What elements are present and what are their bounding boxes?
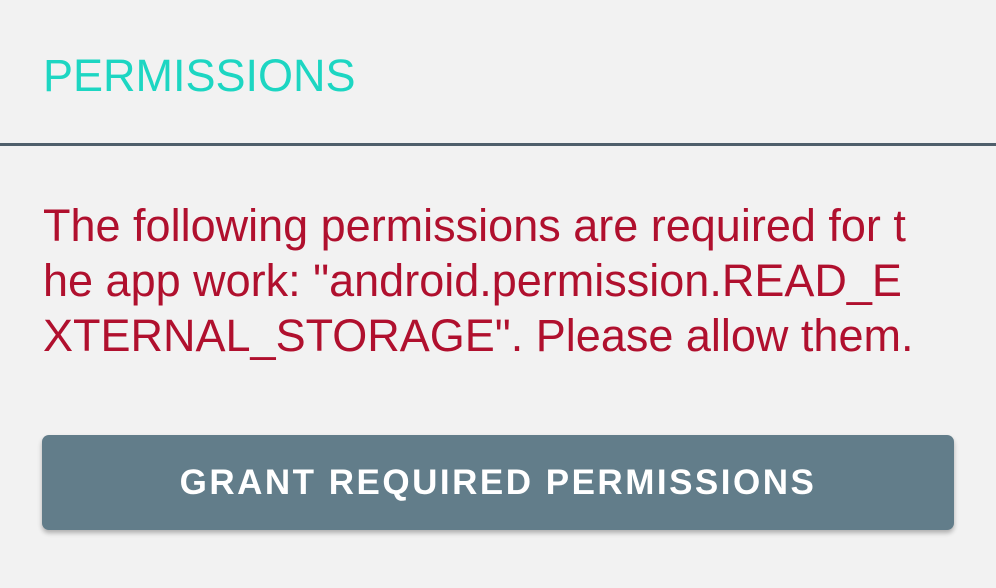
permission-required-message: The following permissions are required f…	[43, 200, 914, 361]
grant-permissions-button-label: GRANT REQUIRED PERMISSIONS	[179, 462, 817, 502]
permissions-header: PERMISSIONS	[0, 0, 996, 146]
section-title: PERMISSIONS	[43, 50, 356, 101]
grant-permissions-button[interactable]: GRANT REQUIRED PERMISSIONS	[42, 435, 954, 530]
